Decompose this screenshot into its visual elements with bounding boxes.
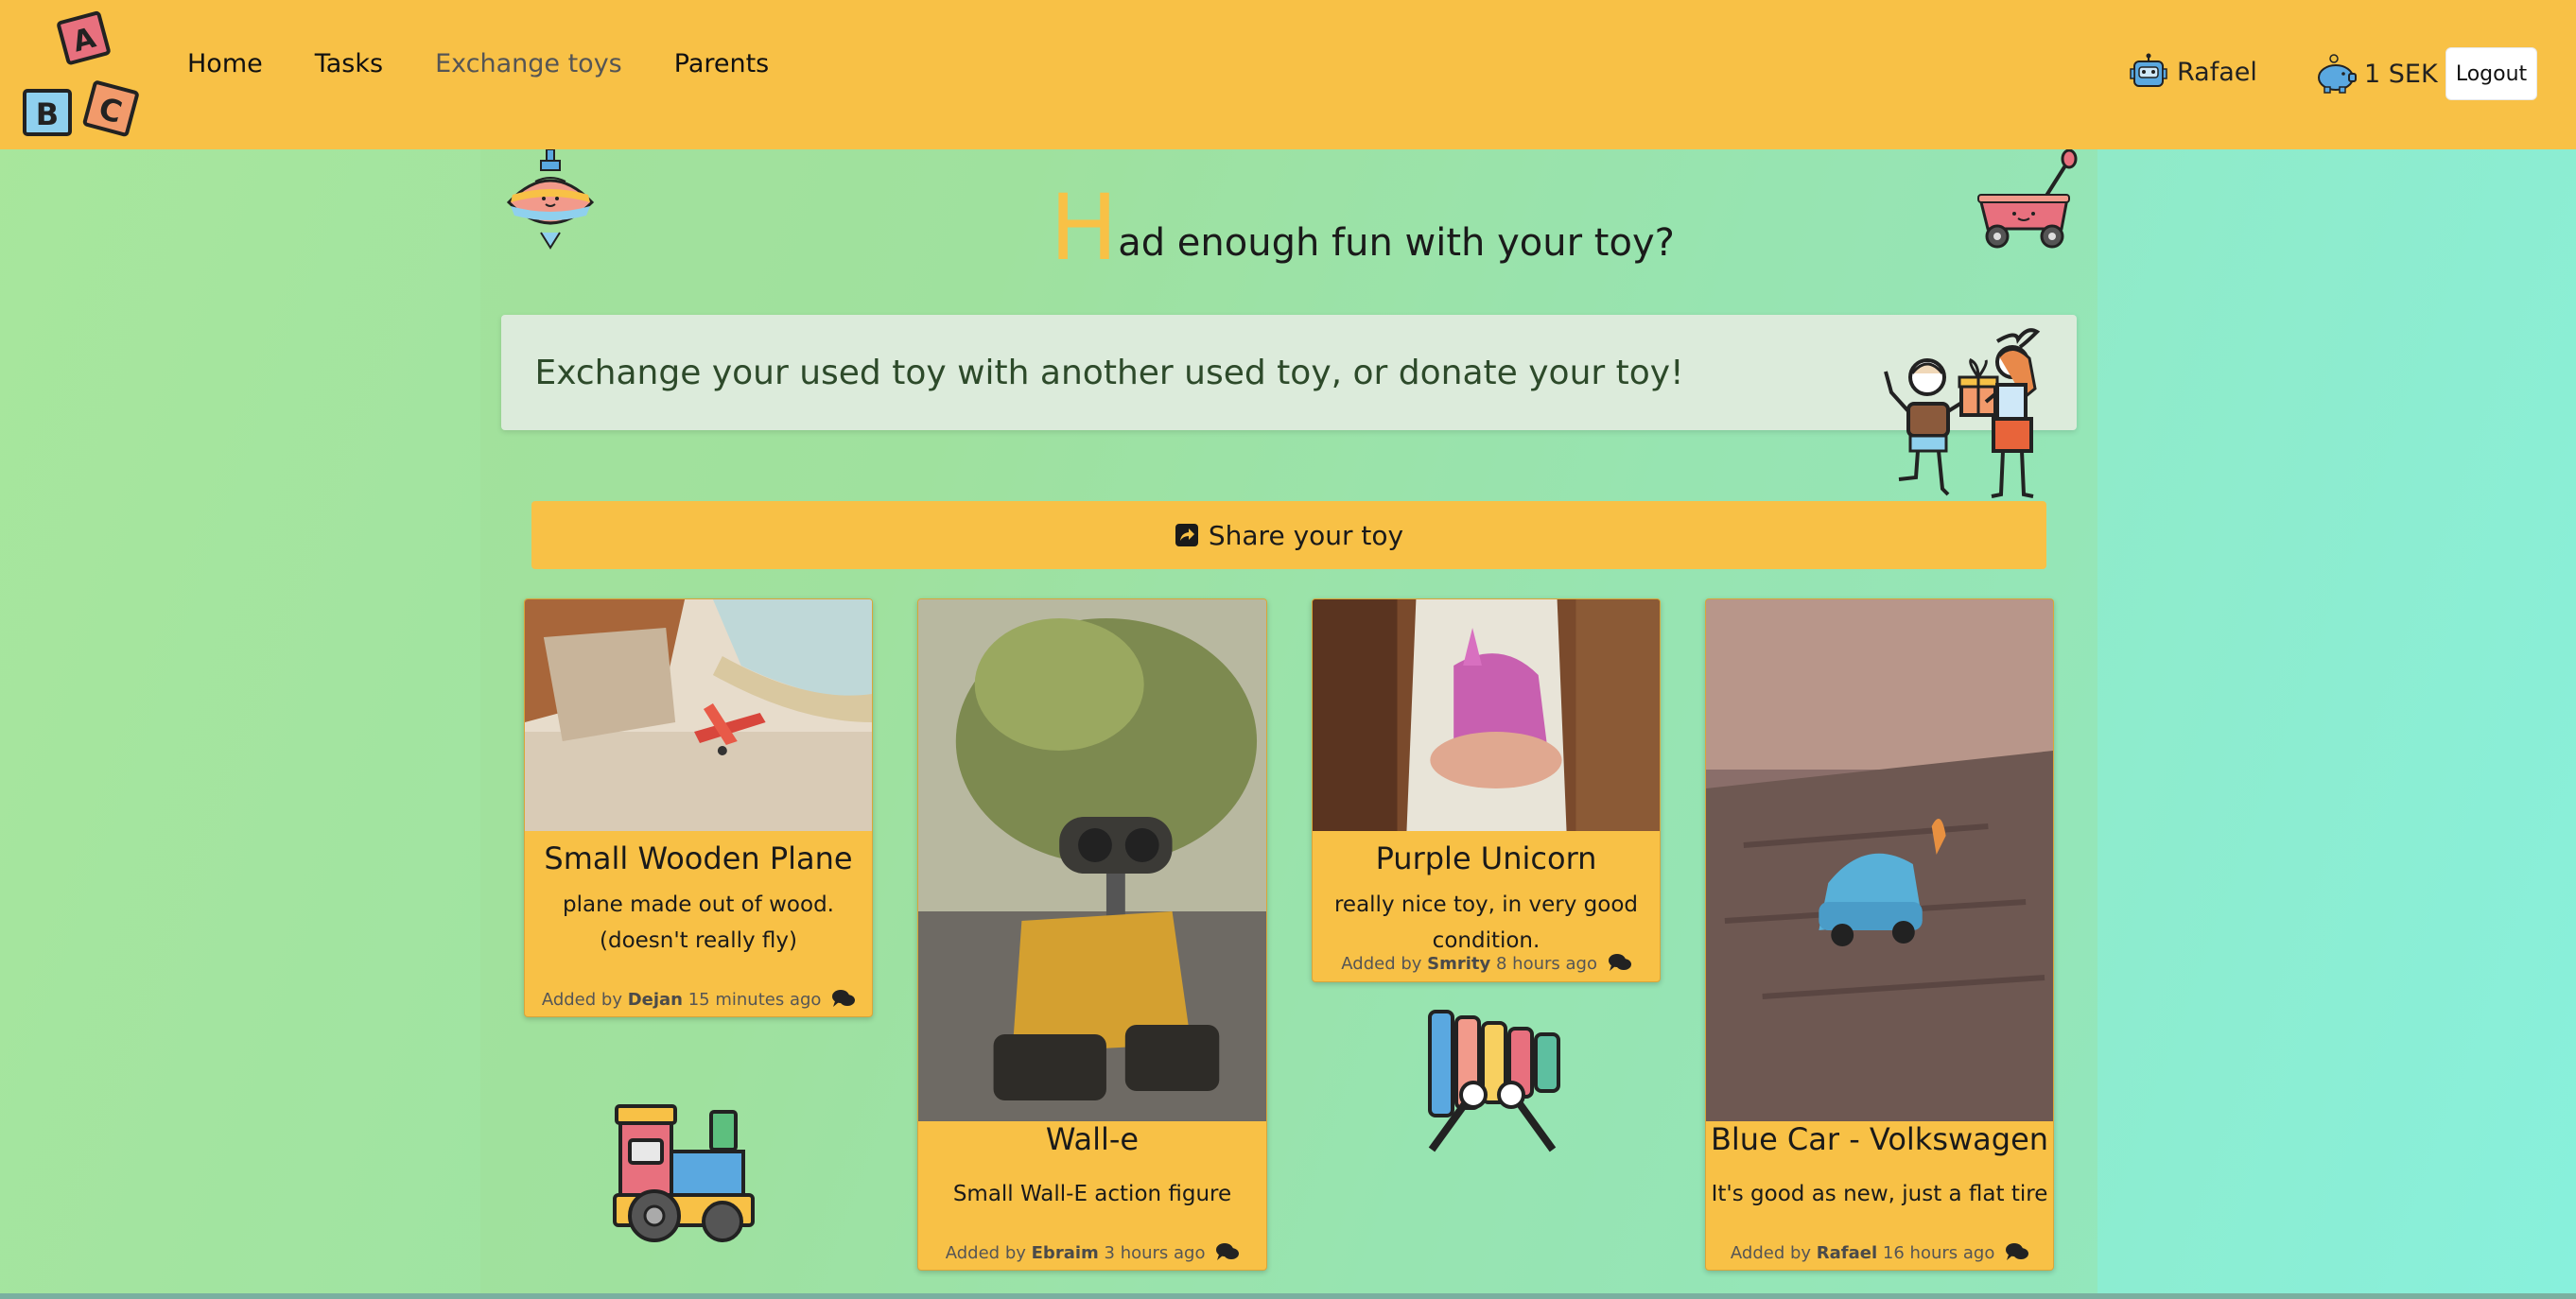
navbar: A B C Home Tasks Exchange toys Parents R…: [0, 0, 2576, 149]
nav-link-tasks[interactable]: Tasks: [315, 49, 383, 78]
comments-icon[interactable]: [2006, 1242, 2029, 1261]
balance-amount: 1 SEK: [2364, 59, 2438, 89]
balance-display: 1 SEK: [2313, 53, 2438, 95]
toy-train-icon: [613, 1104, 755, 1242]
comments-icon[interactable]: [832, 989, 856, 1008]
logout-button[interactable]: Logout: [2445, 47, 2537, 100]
card-description: plane made out of wood. (doesn't really …: [562, 892, 834, 953]
card-author[interactable]: Smrity: [1427, 954, 1490, 974]
piggy-bank-icon: [2318, 54, 2357, 94]
unicorn-photo: [1313, 599, 1660, 831]
card-title: Wall-e: [1045, 1121, 1140, 1157]
card-title: Blue Car - Volkswagen: [1710, 1121, 2049, 1157]
card-description: really nice toy, in very good condition.: [1333, 892, 1639, 953]
toy-card[interactable]: Small Wooden Plane plane made out of woo…: [524, 598, 873, 1017]
share-toy-button[interactable]: Share your toy: [531, 501, 2046, 569]
card-meta: Added by Smrity 8 hours ago: [1313, 953, 1660, 974]
toy-card[interactable]: Blue Car - Volkswagen It's good as new, …: [1705, 598, 2054, 1271]
card-author[interactable]: Ebraim: [1032, 1243, 1099, 1263]
page-bottom-border: [0, 1293, 2576, 1299]
toy-card[interactable]: Wall-e Small Wall-E action figure Added …: [917, 598, 1267, 1271]
page-title: Had enough fun with your toy?: [1050, 175, 1712, 281]
card-author[interactable]: Dejan: [628, 990, 683, 1010]
card-time: 8 hours ago: [1496, 954, 1597, 974]
abc-blocks-logo[interactable]: A B C: [21, 8, 148, 140]
share-toy-label: Share your toy: [1208, 519, 1404, 551]
added-by-label: Added by: [541, 990, 622, 1010]
card-title: Small Wooden Plane: [544, 840, 853, 876]
info-banner: Exchange your used toy with another used…: [501, 315, 2077, 430]
page-title-initial: H: [1050, 175, 1119, 281]
card-time: 15 minutes ago: [688, 990, 822, 1010]
card-title: Purple Unicorn: [1375, 840, 1597, 876]
user-profile[interactable]: Rafael: [2130, 53, 2257, 91]
card-description: Small Wall-E action figure: [952, 1182, 1232, 1206]
card-meta: Added by Ebraim 3 hours ago: [918, 1242, 1266, 1263]
card-time: 16 hours ago: [1882, 1243, 1995, 1263]
toy-plane-photo: [525, 599, 872, 831]
user-name: Rafael: [2177, 57, 2257, 87]
card-meta: Added by Rafael 16 hours ago: [1706, 1242, 2053, 1263]
nav-link-parents[interactable]: Parents: [674, 49, 770, 78]
robot-avatar-icon: [2130, 53, 2167, 87]
nav-link-home[interactable]: Home: [187, 49, 263, 78]
added-by-label: Added by: [1341, 954, 1422, 974]
share-icon: [1175, 524, 1198, 546]
comments-icon[interactable]: [1608, 953, 1631, 972]
toy-wagon-icon: [1977, 149, 2078, 249]
nav-links: Home Tasks Exchange toys Parents: [187, 49, 821, 78]
added-by-label: Added by: [945, 1243, 1026, 1263]
added-by-label: Added by: [1730, 1243, 1812, 1263]
page-title-rest: ad enough fun with your toy?: [1118, 221, 1675, 265]
card-time: 3 hours ago: [1104, 1243, 1206, 1263]
logo-letter-b: B: [36, 96, 59, 132]
wall-e-photo: [918, 599, 1266, 1121]
banner-text: Exchange your used toy with another used…: [534, 353, 1684, 392]
spinning-top-icon: [506, 149, 595, 250]
nav-link-exchange-toys[interactable]: Exchange toys: [435, 49, 622, 78]
card-description: It's good as new, just a flat tire: [1711, 1182, 2048, 1206]
card-author[interactable]: Rafael: [1817, 1243, 1877, 1263]
comments-icon[interactable]: [1216, 1242, 1240, 1261]
people-exchanging-gift-illustration: [1884, 328, 2041, 498]
card-meta: Added by Dejan 15 minutes ago: [525, 989, 872, 1010]
blue-car-photo: [1706, 599, 2053, 1121]
toy-card[interactable]: Purple Unicorn really nice toy, in very …: [1312, 598, 1661, 982]
xylophone-icon: [1428, 1010, 1560, 1152]
